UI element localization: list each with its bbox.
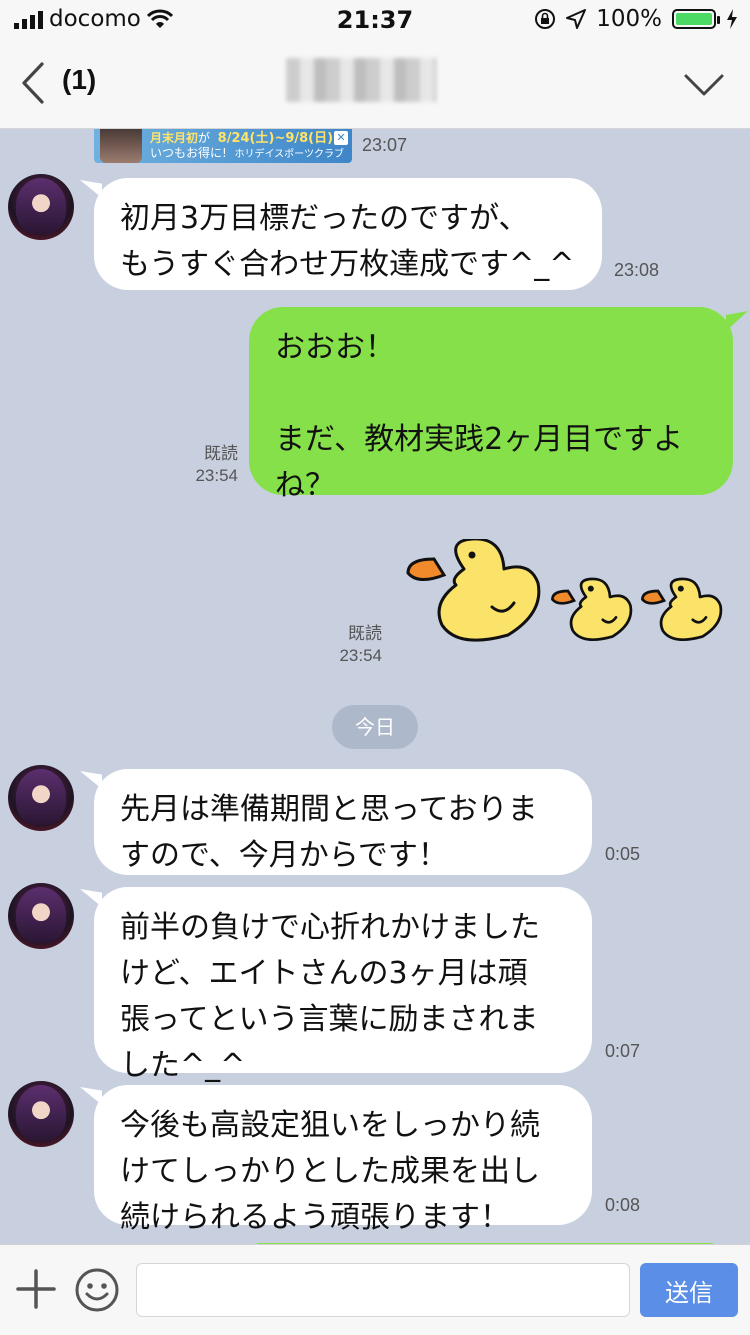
status-right: 100% [534,6,738,32]
ad-banner-image[interactable]: 月末月初が 8/24(土)~9/8(日) いつもお得に! ホリデイスポーツクラブ… [94,129,352,163]
message-bubble-incoming[interactable]: 先月は準備期間と思っておりま すので、今月からです！ [94,769,592,875]
duck-small-1 [551,577,633,642]
status-bar: docomo 21:37 100% [0,0,750,40]
message-time: 23:07 [362,135,408,155]
avatar[interactable] [8,883,74,949]
unread-count[interactable]: (1) [62,64,96,96]
ducks-sticker[interactable] [404,539,724,649]
message-input[interactable] [136,1263,630,1317]
avatar[interactable] [8,1081,74,1147]
read-receipt: 既読 23:54 [339,624,382,665]
message-bubble-incoming[interactable]: 前半の負けで心折れかけました けど、エイトさんの3ヶ月は頑 張ってという言葉に励… [94,887,592,1083]
rotation-lock-icon [535,9,556,29]
battery-icon [672,9,720,29]
plus-icon[interactable] [14,1267,58,1311]
message-time: 23:08 [614,260,660,280]
chevron-down-icon[interactable] [682,70,726,100]
avatar[interactable] [8,765,74,831]
close-icon[interactable]: ✕ [334,131,348,145]
location-arrow-icon [566,9,587,29]
chat-header: (1) [0,40,750,129]
smiley-icon[interactable] [74,1267,120,1313]
ad-photo [100,129,142,163]
message-time: 0:07 [605,1041,641,1061]
input-bar: 送信 [0,1244,750,1335]
message-time: 0:08 [605,1195,641,1215]
avatar[interactable] [8,174,74,240]
message-bubble-outgoing[interactable]: おおお！ まだ、教材実践2ヶ月目ですよ ね？ [249,307,733,503]
battery-percent: 100% [596,6,662,32]
message-time: 0:05 [605,844,641,864]
chat-area[interactable]: 月末月初が 8/24(土)~9/8(日) いつもお得に! ホリデイスポーツクラブ… [0,129,750,1244]
contact-name-blurred[interactable] [286,58,436,102]
duck-large [406,539,541,642]
date-divider: 今日 [332,705,418,749]
message-bubble-incoming[interactable]: 初月3万目標だったのですが、 もうすぐ合わせ万枚達成です^_^ [94,178,602,290]
read-receipt: 既読 23:54 [195,444,238,485]
charging-bolt-icon [727,9,737,29]
duck-small-2 [641,577,723,642]
message-bubble-incoming[interactable]: 今後も高設定狙いをしっかり続 けてしっかりとした成果を出し 続けられるよう頑張り… [94,1085,592,1235]
back-chevron-icon[interactable] [14,58,54,108]
ad-text: 月末月初が 8/24(土)~9/8(日) いつもお得に! ホリデイスポーツクラブ [150,131,344,160]
send-button[interactable]: 送信 [640,1263,738,1317]
